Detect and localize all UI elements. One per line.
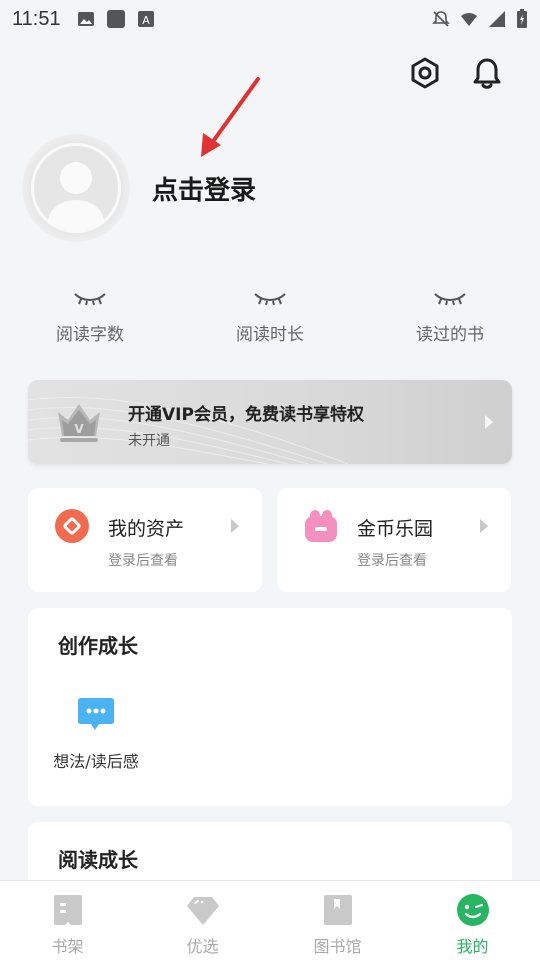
creation-item-label: 想法/读后感 xyxy=(53,752,139,771)
tab-featured[interactable]: 优选 xyxy=(135,881,270,960)
reading-stats: 阅读字数 阅读时长 读过的书 xyxy=(0,290,540,345)
settings-icon[interactable] xyxy=(408,56,442,90)
default-user-icon xyxy=(48,162,104,230)
signal-icon xyxy=(489,11,505,27)
asset-subtitle: 登录后查看 xyxy=(108,553,178,569)
crown-icon: V xyxy=(58,404,100,442)
thoughts-reviews-button[interactable]: 想法/读后感 xyxy=(48,696,144,772)
my-assets-card[interactable]: 我的资产 登录后查看 xyxy=(28,488,262,592)
tab-label: 书架 xyxy=(51,937,84,956)
image-notification-icon xyxy=(77,12,94,26)
bell-icon[interactable] xyxy=(470,56,504,90)
avatar-frame[interactable] xyxy=(22,134,130,242)
annotation-arrow-icon xyxy=(201,77,260,157)
vip-title: 开通VIP会员，免费读书享特权 xyxy=(128,405,364,425)
avatar[interactable] xyxy=(31,143,121,233)
section-title: 阅读成长 xyxy=(58,848,138,872)
stat-label: 读过的书 xyxy=(416,325,484,345)
tab-label: 我的 xyxy=(456,937,489,956)
asset-subtitle: 登录后查看 xyxy=(357,553,427,569)
stat-reading-time[interactable]: 阅读时长 xyxy=(180,290,360,345)
asset-title: 我的资产 xyxy=(108,518,185,540)
status-bar: 11:51 A xyxy=(0,0,540,38)
bottom-tab-bar: 书架 优选 图书馆 我的 xyxy=(0,880,540,960)
hidden-value-icon xyxy=(74,293,106,306)
wifi-icon xyxy=(461,13,477,26)
chevron-right-icon xyxy=(231,519,239,533)
svg-text:A: A xyxy=(142,14,150,27)
vip-status: 未开通 xyxy=(128,433,170,449)
tab-label: 图书馆 xyxy=(313,937,362,956)
stat-label: 阅读时长 xyxy=(236,325,304,345)
creation-growth-section: 创作成长 想法/读后感 xyxy=(28,608,512,806)
asset-title: 金币乐园 xyxy=(357,518,434,540)
bell-off-icon xyxy=(432,11,450,27)
svg-text:V: V xyxy=(74,422,84,436)
login-link[interactable]: 点击登录 xyxy=(152,170,256,207)
chevron-right-icon xyxy=(480,519,488,533)
coin-red-icon xyxy=(55,509,89,543)
battery-icon xyxy=(517,9,527,28)
stat-books-read[interactable]: 读过的书 xyxy=(360,290,540,345)
bookshelf-icon xyxy=(53,895,82,925)
coin-park-card[interactable]: 金币乐园 登录后查看 xyxy=(277,488,511,592)
tab-label: 优选 xyxy=(186,937,219,956)
tab-library[interactable]: 图书馆 xyxy=(270,881,405,960)
tab-mine[interactable]: 我的 xyxy=(405,881,540,960)
chat-bubble-icon xyxy=(78,698,114,730)
stat-word-count[interactable]: 阅读字数 xyxy=(0,290,180,345)
hidden-value-icon xyxy=(254,293,286,306)
library-icon xyxy=(323,895,352,925)
hidden-value-icon xyxy=(434,293,466,306)
diamond-icon xyxy=(186,897,219,925)
vip-banner[interactable]: V 开通VIP会员，免费读书享特权 未开通 xyxy=(28,380,512,464)
pink-bag-icon xyxy=(305,510,337,542)
tab-bookshelf[interactable]: 书架 xyxy=(0,881,135,960)
app-notification-icon xyxy=(106,10,125,28)
smile-face-icon xyxy=(456,894,489,926)
font-notification-icon: A xyxy=(137,11,154,27)
section-title: 创作成长 xyxy=(58,634,138,658)
status-time: 11:51 xyxy=(12,7,61,30)
chevron-right-icon xyxy=(485,415,493,429)
stat-label: 阅读字数 xyxy=(56,325,124,345)
